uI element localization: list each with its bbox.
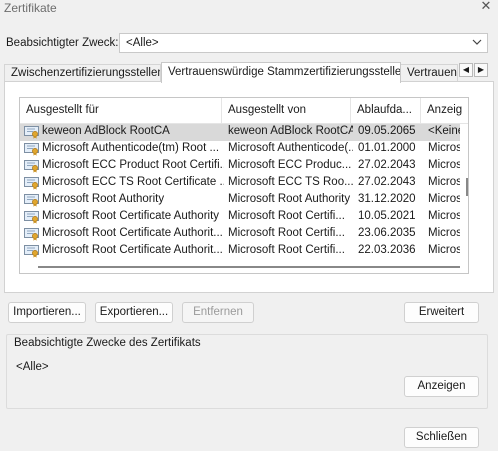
remove-button[interactable]: Entfernen: [182, 302, 254, 323]
cell-friendly: Micros: [428, 176, 460, 188]
table-row[interactable]: Microsoft Root Certificate Authority Micr…: [20, 209, 460, 226]
cell-issued-to: keweon AdBlock RootCA: [42, 125, 170, 137]
table-row[interactable]: Microsoft Root Authority Microsoft Root A…: [20, 192, 460, 209]
cell-issued-by: Microsoft ECC TS Roo...: [228, 176, 353, 188]
certificate-icon: [24, 228, 39, 241]
certificate-icon: [24, 211, 39, 224]
certificate-icon: [24, 177, 39, 190]
column-header-friendly-name[interactable]: Anzeig: [421, 98, 468, 123]
cell-expires: 22.03.2036: [358, 244, 416, 256]
purpose-label: Beabsichtigter Zweck:: [6, 37, 119, 49]
close-window-button[interactable]: ✕: [478, 0, 494, 14]
advanced-button[interactable]: Erweitert: [404, 302, 479, 323]
view-button[interactable]: Anzeigen: [404, 376, 479, 397]
cell-friendly: Micros: [428, 142, 460, 154]
table-row[interactable]: Microsoft ECC TS Root Certificate ... Mic…: [20, 175, 460, 192]
cell-expires: 27.02.2043: [358, 176, 416, 188]
window-title: Zertifikate: [4, 1, 57, 15]
column-header-issued-by[interactable]: Ausgestellt von: [222, 98, 351, 123]
cell-friendly: Micros: [428, 193, 460, 205]
tab-scroll-left-button[interactable]: ◀: [459, 63, 473, 77]
cell-issued-by: Microsoft Root Certifi...: [228, 227, 345, 239]
cell-expires: 01.01.2000: [358, 142, 416, 154]
certificate-list[interactable]: Ausgestellt für Ausgestellt von Ablaufda…: [19, 97, 469, 274]
column-header-expiration[interactable]: Ablaufda...: [351, 98, 421, 123]
cell-issued-to: Microsoft Root Certificate Authorit...: [42, 227, 223, 239]
close-button[interactable]: Schließen: [404, 427, 479, 448]
purpose-value: <Alle>: [126, 37, 159, 49]
chevron-down-icon: [472, 39, 482, 45]
tab-trusted-root-cas[interactable]: Vertrauenswürdige Stammzertifizierungsst…: [161, 62, 401, 83]
cell-issued-by: Microsoft ECC Produc...: [228, 159, 352, 171]
cell-issued-to: Microsoft Root Certificate Authority: [42, 210, 220, 222]
tab-intermediate-cas[interactable]: Zwischenzertifizierungsstellen: [4, 64, 161, 81]
certificate-icon: [24, 194, 39, 207]
cell-issued-to: Microsoft ECC TS Root Certificate ...: [42, 176, 224, 188]
certificate-icon: [24, 245, 39, 258]
certificate-icon: [24, 160, 39, 173]
cell-issued-by: Microsoft Root Certifi...: [228, 210, 345, 222]
cell-issued-to: Microsoft Root Certificate Authorit...: [42, 244, 223, 256]
export-button[interactable]: Exportieren...: [95, 302, 173, 323]
cell-friendly: Micros: [428, 244, 460, 256]
column-header-issued-to[interactable]: Ausgestellt für: [20, 98, 222, 123]
cell-expires: 09.05.2065: [358, 125, 416, 137]
table-row[interactable]: Microsoft Root Certificate Authorit... Mi…: [20, 243, 460, 260]
close-icon: ✕: [480, 0, 492, 13]
cell-issued-by: keweon AdBlock RootCA: [228, 125, 353, 137]
certificate-icon: [24, 126, 39, 139]
cell-expires: 23.06.2035: [358, 227, 416, 239]
horizontal-scrollbar[interactable]: [38, 266, 460, 268]
tab-trusted-publishers[interactable]: Vertrauens: [400, 64, 458, 81]
certificate-icon: [24, 143, 39, 156]
cell-issued-to: Microsoft Authenticode(tm) Root ...: [42, 142, 220, 154]
vertical-scrollbar[interactable]: [466, 178, 468, 196]
cell-issued-by: Microsoft Root Authority: [228, 193, 351, 205]
tab-bar: Zwischenzertifizierungsstellen Vertrauen…: [4, 62, 494, 83]
purpose-select[interactable]: <Alle>: [119, 33, 488, 53]
cell-friendly: Micros: [428, 159, 460, 171]
cell-issued-to: Microsoft Root Authority: [42, 193, 165, 205]
cell-issued-by: Microsoft Authenticode(...: [228, 142, 353, 154]
cell-friendly: Micros: [428, 210, 460, 222]
cell-friendly: Micros: [428, 227, 460, 239]
cell-friendly: <Keine: [428, 125, 460, 137]
cell-issued-to: Microsoft ECC Product Root Certifi...: [42, 159, 224, 171]
list-header: Ausgestellt für Ausgestellt von Ablaufda…: [20, 98, 468, 124]
tab-scroll-right-button[interactable]: ▶: [474, 63, 488, 77]
cell-expires: 27.02.2043: [358, 159, 416, 171]
import-button[interactable]: Importieren...: [8, 302, 86, 323]
intended-purposes-title: Beabsichtigte Zwecke des Zertifikats: [14, 337, 201, 349]
table-row[interactable]: Microsoft Authenticode(tm) Root ... Micro…: [20, 141, 460, 158]
cell-expires: 10.05.2021: [358, 210, 416, 222]
cell-issued-by: Microsoft Root Certifi...: [228, 244, 345, 256]
intended-purposes-value: <Alle>: [16, 361, 49, 373]
table-row[interactable]: Microsoft Root Certificate Authorit... Mi…: [20, 226, 460, 243]
cell-expires: 31.12.2020: [358, 193, 416, 205]
table-row[interactable]: Microsoft ECC Product Root Certifi... Mic…: [20, 158, 460, 175]
table-row[interactable]: keweon AdBlock RootCA keweon AdBlock Root…: [20, 124, 460, 141]
